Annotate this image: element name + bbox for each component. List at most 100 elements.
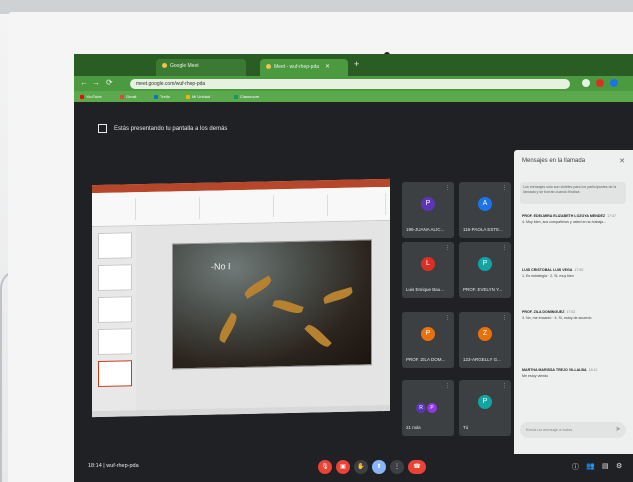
url-input[interactable]: meet.google.com/wuf-rhep-pda [130, 79, 570, 89]
slide-thumbnail [98, 296, 132, 323]
message-text: 4. Muy bien, sus compañeros y usted en s… [522, 219, 607, 224]
message-time: 17:47 [607, 214, 617, 218]
extension-icon[interactable] [582, 79, 590, 87]
mic-button[interactable]: 🎙 [318, 460, 332, 474]
avatar-group: RP [416, 396, 438, 414]
trello-icon [154, 94, 158, 99]
message-time: 17:52 [566, 310, 576, 314]
participant-tile[interactable]: ⋮ Z 123-ARGELLY G... [459, 312, 511, 368]
present-screen-icon [98, 124, 107, 133]
chat-icon[interactable]: ▤ [602, 462, 609, 470]
chat-message: PROF. EDELMIRA ELIZABETH LOZOYA MENDEZ 17… [522, 214, 626, 226]
slide-thumbnail-selected [98, 360, 132, 387]
slide-thumbnail [98, 328, 132, 355]
tab-meet-call[interactable]: Meet - wuf-rhep-pda ✕ [260, 59, 348, 76]
participant-tile[interactable]: ⋮ A 116-PAOLA ESTE... [459, 182, 511, 238]
message-author: PROF. ZILA DOMINGUEZ [522, 310, 565, 314]
participant-tile-more[interactable]: ⋮ RP 21 más [402, 380, 454, 436]
present-button[interactable]: ⬆ [372, 460, 386, 474]
chat-title: Mensajes en la llamada [522, 158, 586, 164]
more-options-button[interactable]: ⋮ [390, 460, 404, 474]
presented-screen: -No I [92, 178, 390, 418]
record-icon[interactable] [596, 79, 604, 87]
chat-panel: Mensajes en la llamada ✕ Los mensajes so… [514, 150, 633, 454]
participant-tile[interactable]: ⋮ P PROF. EVELYN Y... [459, 242, 511, 298]
participant-tile-self[interactable]: ⋮ P Tú [459, 380, 511, 436]
mic-off-icon: ⋮ [502, 383, 507, 389]
mic-off-icon: ⋮ [445, 315, 450, 321]
meet-control-bar: 18:14 | wuf-rhep-pda 🎙 ▣ ✋ ⬆ ⋮ ☎ ⓘ 👥 ▤ ⚙ [74, 454, 633, 482]
message-time: 18:11 [588, 368, 598, 372]
bookmark-gmail[interactable]: Gmail [120, 94, 136, 99]
slide-text: -No I [211, 261, 231, 272]
mic-off-icon: ⋮ [445, 245, 450, 251]
avatar: P [478, 257, 492, 271]
ribbon-group [140, 196, 200, 221]
avatar: R [416, 403, 426, 413]
tab-strip: Google Meet Meet - wuf-rhep-pda ✕ + [74, 54, 633, 76]
participant-name: PROF. ZILA DOM... [406, 357, 446, 362]
chat-input[interactable]: Envía un mensaje a todos ➤ [520, 422, 626, 438]
info-icon[interactable]: ⓘ [572, 462, 579, 472]
people-icon[interactable]: 👥 [586, 462, 595, 470]
avatar: P [421, 327, 435, 341]
tab-google-meet[interactable]: Google Meet [156, 59, 246, 76]
message-text: 3. No, me encantó · 4. Sí, estoy de acue… [522, 315, 592, 320]
ribbon-group [332, 192, 386, 217]
message-text: Me estoy viendo [522, 373, 549, 378]
close-icon[interactable]: ✕ [325, 64, 330, 70]
mic-off-icon: ⋮ [445, 383, 450, 389]
participant-name: PROF. EVELYN Y... [463, 287, 503, 292]
meeting-info: 18:14 | wuf-rhep-pda [88, 463, 139, 469]
slide-thumbnail [98, 232, 132, 259]
activities-icon[interactable]: ⚙ [616, 462, 622, 470]
close-icon[interactable]: ✕ [619, 157, 625, 165]
bookmark-drive[interactable]: Mi Unidad [186, 94, 210, 99]
mic-off-icon: ⋮ [502, 245, 507, 251]
ribbon-group [96, 198, 136, 222]
raise-hand-button[interactable]: ✋ [354, 460, 368, 474]
profile-icon[interactable] [610, 79, 618, 87]
participant-tile[interactable]: ⋮ P PROF. ZILA DOM... [402, 312, 454, 368]
meeting-code: wuf-rhep-pda [106, 463, 139, 469]
chat-info-notice: Los mensajes solo son visibles para los … [520, 182, 626, 204]
send-icon[interactable]: ➤ [615, 425, 621, 433]
mic-off-icon: ⋮ [445, 185, 450, 191]
bookmark-youtube[interactable]: YouTube [80, 94, 102, 99]
mic-off-icon: ⋮ [502, 185, 507, 191]
meet-icon [266, 64, 271, 70]
end-call-button[interactable]: ☎ [408, 460, 426, 474]
address-bar: ← → ⟳ meet.google.com/wuf-rhep-pda [74, 76, 633, 91]
classroom-icon [234, 94, 238, 99]
chat-message: LUIS CRISTOBAL LUIS VEGA 17:50 1. Es estr… [522, 268, 626, 280]
slide-canvas: -No I [136, 220, 390, 411]
presenting-text: Estás presentando tu pantalla a los demá… [114, 126, 228, 132]
meeting-time: 18:14 [88, 463, 102, 469]
camera-button[interactable]: ▣ [336, 460, 350, 474]
leaf-shape [216, 312, 240, 344]
leaf-shape [322, 286, 354, 304]
message-author: LUIS CRISTOBAL LUIS VEGA [522, 268, 573, 272]
participant-tile[interactable]: ⋮ P 195-JUANA ALIC... [402, 182, 454, 238]
ribbon-group [278, 194, 328, 218]
avatar: P [478, 395, 492, 409]
chat-message: MARTHA MARISSA TREJO VILLALBA 18:11 Me es… [522, 368, 626, 380]
avatar: A [478, 197, 492, 211]
slide-photo: -No I [172, 239, 372, 370]
back-icon[interactable]: ← [80, 78, 88, 87]
reload-icon[interactable]: ⟳ [106, 78, 113, 87]
bookmark-trello[interactable]: Trello [154, 94, 170, 99]
chat-message: PROF. ZILA DOMINGUEZ 17:52 3. No, me enca… [522, 310, 626, 322]
monitor-screen: Google Meet Meet - wuf-rhep-pda ✕ + ← → ⟳… [74, 54, 633, 482]
participant-tile[interactable]: ⋮ L Luis Enrique Bau... [402, 242, 454, 298]
drive-icon [186, 94, 190, 99]
new-tab-button[interactable]: + [354, 59, 359, 69]
presenting-banner: Estás presentando tu pantalla a los demá… [74, 102, 633, 148]
message-text: 1. Es estrategia · 2. Si, muy bien [522, 273, 574, 278]
participant-name: 116-PAOLA ESTE... [463, 227, 503, 232]
slide-thumbnail [98, 264, 132, 291]
bookmark-classroom[interactable]: Classroom [234, 94, 259, 99]
participant-name: Luis Enrique Bau... [406, 287, 445, 292]
leaf-shape [242, 275, 274, 299]
forward-icon[interactable]: → [92, 78, 100, 87]
